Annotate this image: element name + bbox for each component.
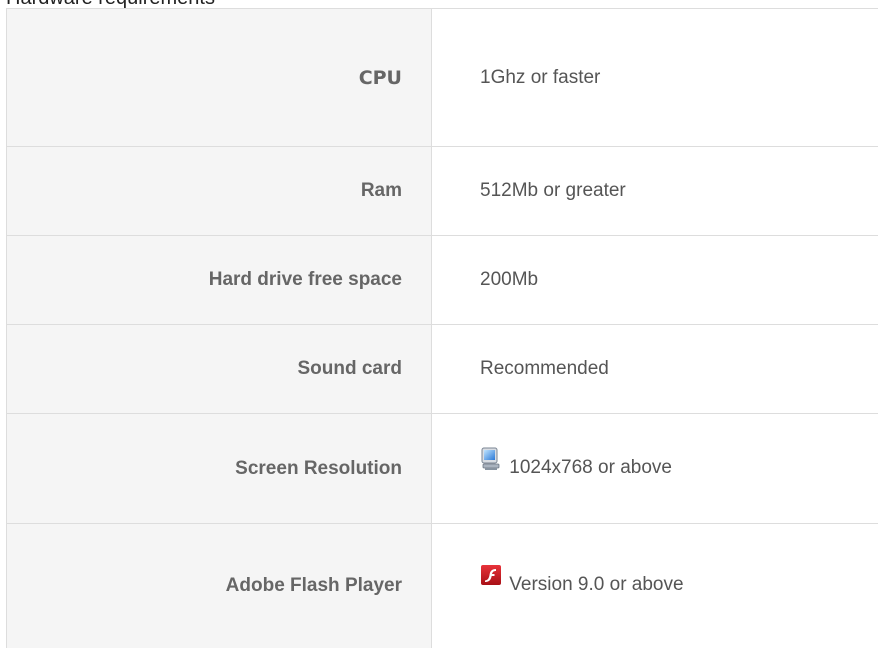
flash-player-icon [480, 564, 502, 588]
table-row: Adobe Flash Player Version 9.0 or above [6, 523, 878, 648]
requirements-table: CPU 1Ghz or faster Ram 512Mb or greater … [6, 8, 878, 648]
requirement-label-screen-resolution: Screen Resolution [6, 413, 432, 524]
requirement-value-hard-drive: 200Mb [431, 235, 878, 325]
table-row: CPU 1Ghz or faster [6, 8, 878, 147]
requirement-value-sound-card: Recommended [431, 324, 878, 414]
table-row: Sound card Recommended [6, 324, 878, 414]
table-row: Ram 512Mb or greater [6, 146, 878, 236]
requirement-value-screen-resolution: 1024x768 or above [431, 413, 878, 524]
requirement-label-hard-drive: Hard drive free space [6, 235, 432, 325]
table-row: Hard drive free space 200Mb [6, 235, 878, 325]
requirement-value-text: 1024x768 or above [509, 456, 672, 478]
requirement-label-sound-card: Sound card [6, 324, 432, 414]
requirement-value-cpu: 1Ghz or faster [431, 8, 878, 147]
monitor-icon [480, 447, 502, 471]
requirement-value-text: Version 9.0 or above [509, 573, 684, 595]
requirement-value-ram: 512Mb or greater [431, 146, 878, 236]
requirement-label-cpu: CPU [6, 8, 432, 147]
requirement-label-flash-player: Adobe Flash Player [6, 523, 432, 648]
requirement-value-flash-player: Version 9.0 or above [432, 524, 878, 648]
table-row: Screen Resolution 1024x768 or above [6, 413, 878, 524]
requirement-label-ram: Ram [6, 146, 432, 236]
